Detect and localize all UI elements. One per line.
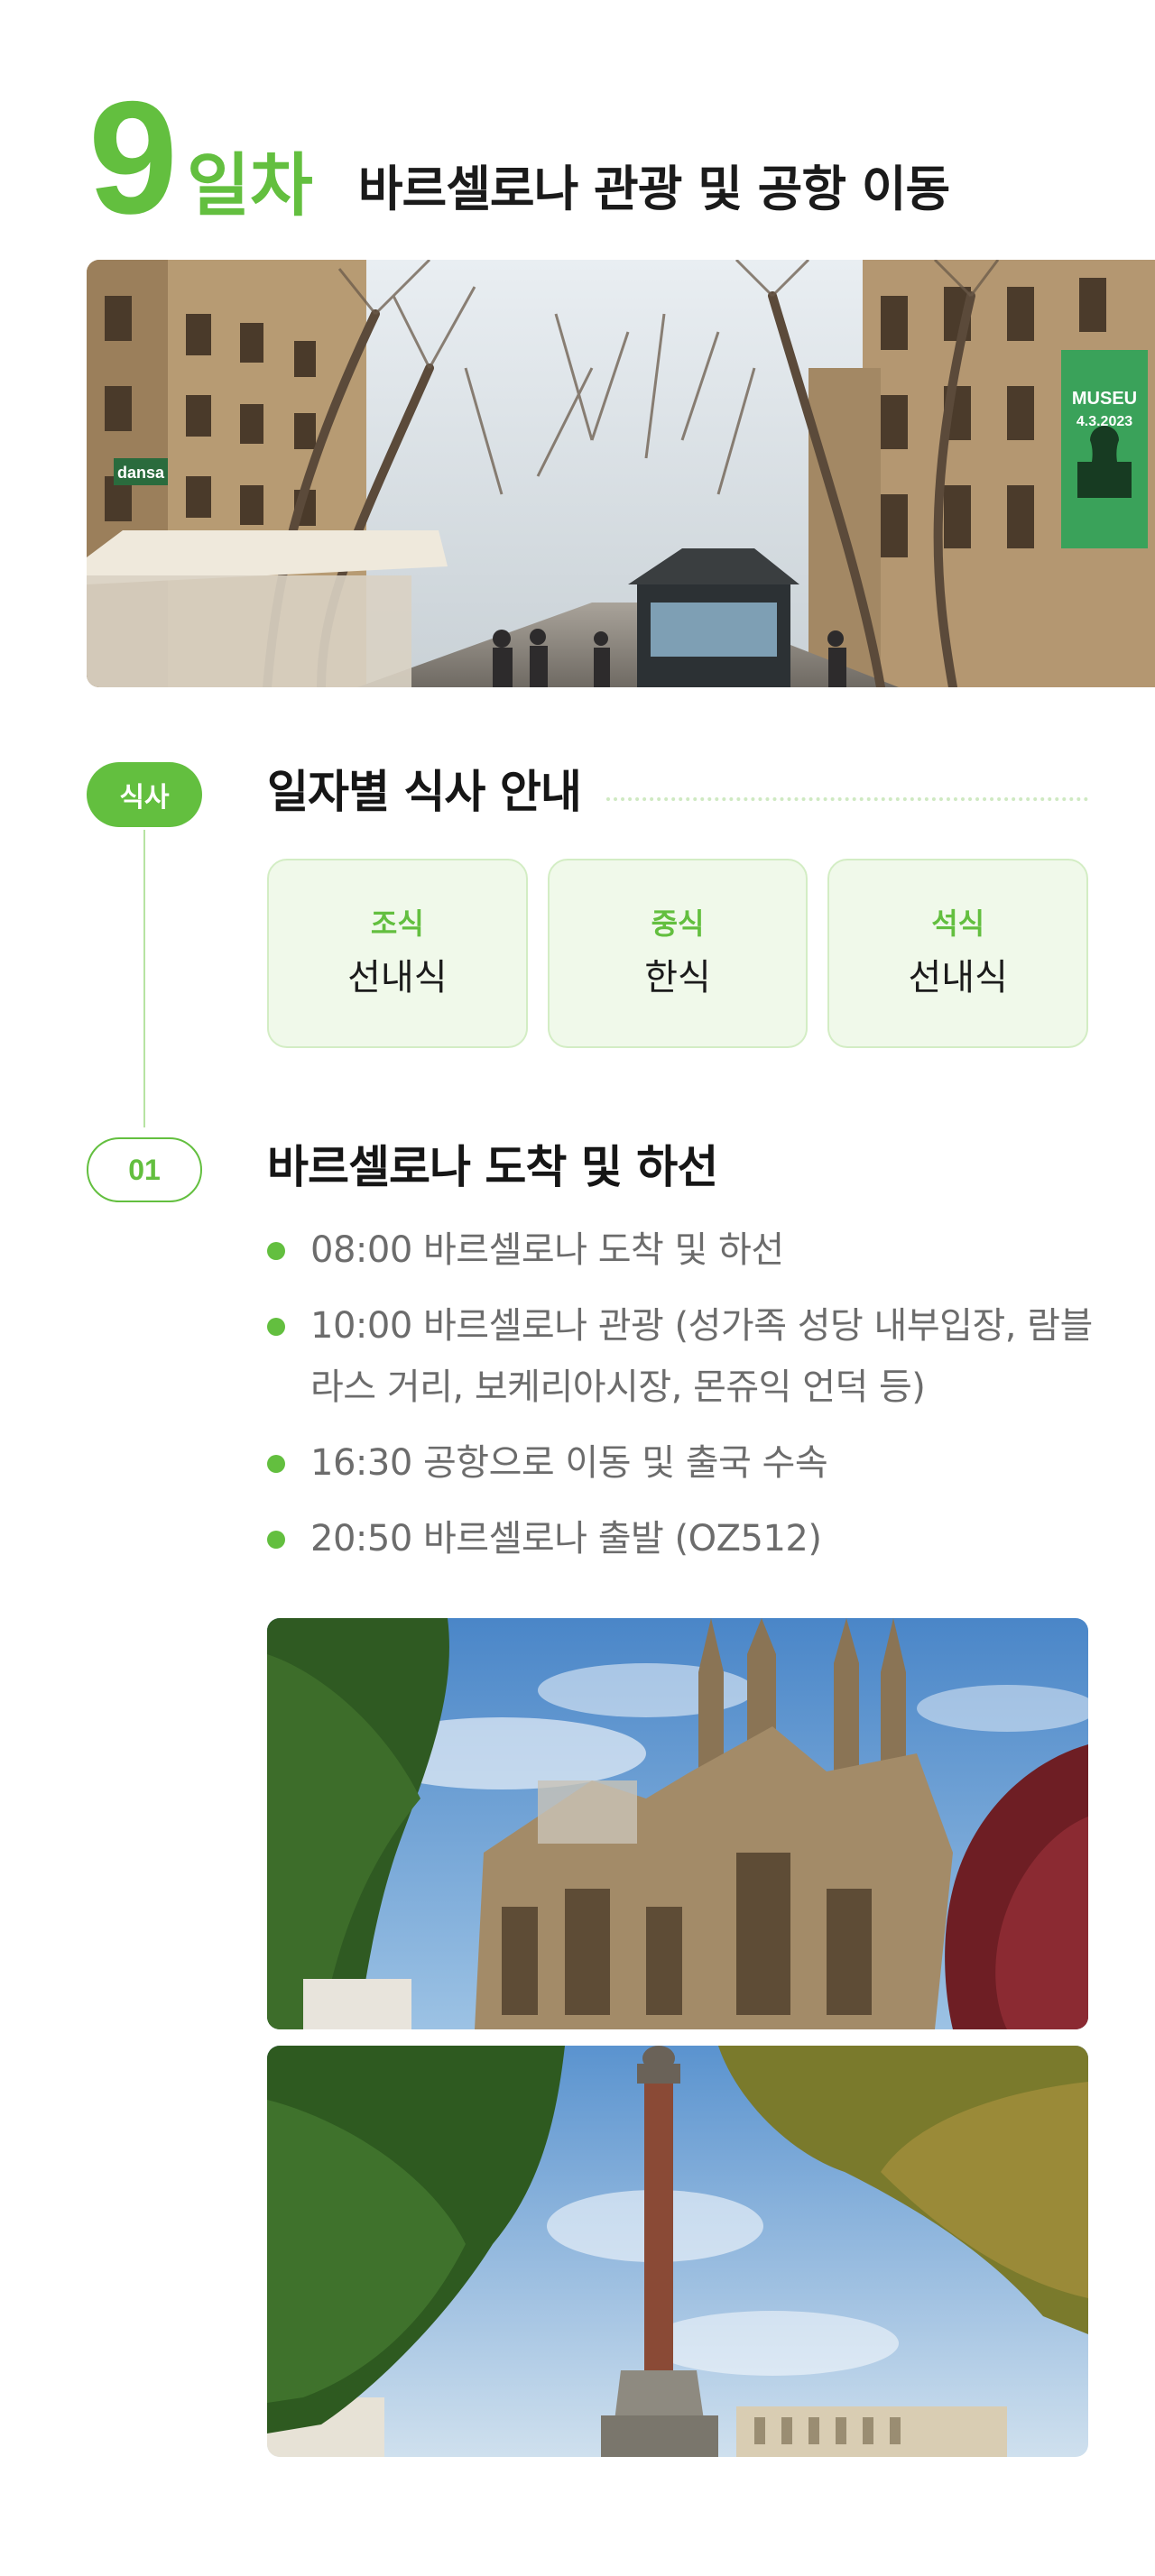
- schedule-text: 20:50 바르셀로나 출발 (OZ512): [310, 1518, 822, 1559]
- la-rambla-photo: MUSEU 4.3.2023 dansa: [87, 260, 1155, 687]
- day-unit: 일차: [187, 145, 313, 225]
- meal-cards: 조식 선내식 중식 한식 석식 선내식: [267, 859, 1089, 1048]
- schedule-item: 16:30 공항으로 이동 및 출국 수속: [267, 1432, 1097, 1494]
- meal-badge: 식사: [87, 762, 202, 827]
- meal-card-lunch: 중식 한식: [547, 859, 808, 1048]
- meal-card-breakfast: 조식 선내식: [267, 859, 528, 1048]
- bullet-dot: [267, 1531, 285, 1549]
- itinerary-title: 바르셀로나 도착 및 하선: [267, 1141, 718, 1193]
- meal-label: 석식: [931, 906, 985, 941]
- meal-value: 한식: [644, 957, 711, 998]
- schedule-text: 16:30 공항으로 이동 및 출국 수속: [310, 1442, 828, 1484]
- schedule-item: 10:00 바르셀로나 관광 (성가족 성당 내부입장, 람블라스 거리, 보케…: [267, 1295, 1097, 1418]
- schedule-item: 20:50 바르셀로나 출발 (OZ512): [267, 1508, 1097, 1569]
- bullet-dot: [267, 1455, 285, 1473]
- meal-value: 선내식: [347, 957, 448, 998]
- columbus-monument-photo: [267, 2046, 1088, 2457]
- schedule-item: 08:00 바르셀로나 도착 및 하선: [267, 1219, 1097, 1281]
- meal-label: 중식: [651, 906, 705, 941]
- meal-label: 조식: [370, 906, 424, 941]
- sagrada-familia-photo: [267, 1618, 1088, 2029]
- day-number: 9: [88, 68, 178, 247]
- meal-value: 선내식: [908, 957, 1008, 998]
- meal-card-dinner: 석식 선내식: [827, 859, 1089, 1048]
- day-header: 9 일차 바르셀로나 관광 및 공항 이동: [88, 68, 950, 247]
- schedule-text: 10:00 바르셀로나 관광 (성가족 성당 내부입장, 람블라스 거리, 보케…: [310, 1305, 1093, 1408]
- timeline-connector: [143, 830, 145, 1127]
- day-page: 9 일차 바르셀로나 관광 및 공항 이동 MUSEU 4.3.2023 dan…: [0, 0, 1155, 2576]
- schedule-text: 08:00 바르셀로나 도착 및 하선: [310, 1229, 784, 1271]
- dotted-divider: [606, 797, 1088, 801]
- dansa-sign-text: dansa: [117, 464, 165, 482]
- day-title: 바르셀로나 관광 및 공항 이동: [357, 161, 950, 217]
- schedule-list: 08:00 바르셀로나 도착 및 하선 10:00 바르셀로나 관광 (성가족 …: [267, 1219, 1097, 1584]
- step-number-badge: 01: [87, 1137, 202, 1202]
- bullet-dot: [267, 1318, 285, 1336]
- meal-section-title: 일자별 식사 안내: [267, 766, 582, 818]
- bullet-dot: [267, 1242, 285, 1260]
- museu-banner-text: MUSEU: [1072, 389, 1137, 409]
